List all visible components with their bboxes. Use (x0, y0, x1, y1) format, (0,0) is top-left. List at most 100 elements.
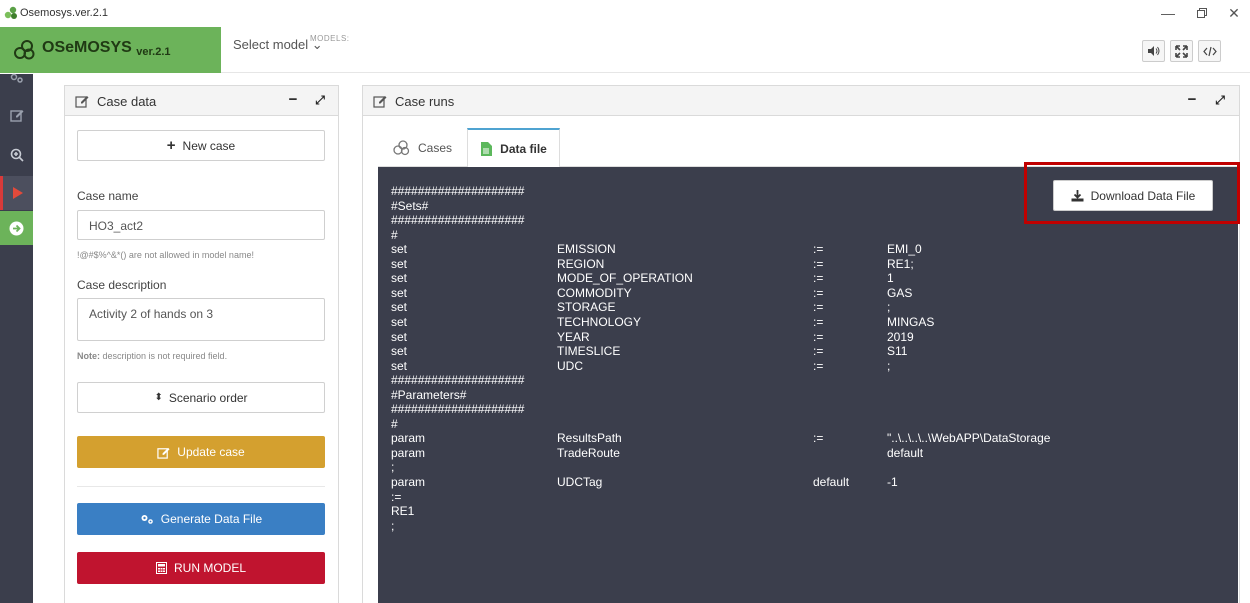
download-data-file-button[interactable]: Download Data File (1053, 180, 1213, 211)
code-button[interactable] (1198, 40, 1221, 62)
data-file-cell: TradeRoute (557, 445, 620, 460)
data-file-cell: RE1 (391, 504, 415, 519)
model-selector[interactable]: MODELS: Select model ⌄ (233, 34, 349, 53)
brand-version: ver.2.1 (136, 46, 171, 58)
models-label: MODELS: (310, 34, 350, 43)
data-file-cell: default (887, 445, 924, 460)
case-description-label: Case description (77, 278, 167, 292)
tab-cases[interactable]: Cases (378, 128, 467, 167)
data-file-line: # (378, 417, 1238, 431)
case-runs-title: Case runs (395, 94, 455, 109)
data-file-cell: TECHNOLOGY (557, 314, 642, 329)
data-file-cell: COMMODITY (557, 285, 632, 300)
data-file-line: ; (378, 519, 1238, 533)
data-file-line: #################### (378, 373, 1238, 387)
data-file-cell: set (391, 314, 408, 329)
data-file-cell: set (391, 344, 408, 359)
data-file-cell: ResultsPath (557, 431, 622, 446)
tab-cases-label: Cases (417, 140, 452, 155)
data-file-cell: RE1; (887, 256, 914, 271)
data-file-cell: ; (391, 518, 395, 533)
brand[interactable]: OSeMOSYS ver.2.1 (0, 27, 221, 73)
data-file-cell: "..\..\..\..\WebAPP\DataStorage (887, 431, 1051, 446)
cogs-icon (10, 73, 23, 83)
data-file-cell: set (391, 256, 408, 271)
data-file-cell: := (391, 489, 402, 504)
data-file-cell: S11 (887, 344, 908, 359)
data-file-cell: MODE_OF_OPERATION (557, 271, 693, 286)
download-label: Download Data File (1090, 188, 1196, 203)
data-file-line: := (378, 490, 1238, 504)
sidebar-item-run[interactable] (0, 176, 33, 210)
scenario-order-button[interactable]: ⬍ Scenario order (77, 382, 325, 413)
data-file-cell: := (813, 329, 824, 344)
minimize-panel-icon[interactable]: − (284, 91, 302, 109)
data-file-cell: ; (887, 300, 891, 315)
data-file-cell: set (391, 358, 408, 373)
data-file-line: RE1 (378, 504, 1238, 518)
data-file-cell: param (391, 431, 426, 446)
new-case-label: New case (182, 138, 236, 153)
sound-button[interactable] (1142, 40, 1165, 62)
title-bar: Osemosys.ver.2.1 — ✕ (0, 0, 1250, 27)
data-file-line: set REGION:= RE1; (378, 257, 1238, 271)
note-text: description is not required field. (100, 351, 228, 361)
brand-title: OSeMOSYS (42, 39, 132, 56)
data-file-line: #Parameters# (378, 388, 1238, 402)
data-file-line: set TIMESLICE:= S11 (378, 344, 1238, 358)
run-model-label: RUN MODEL (173, 561, 246, 575)
expand-panel-icon[interactable]: ⤢ (311, 91, 329, 109)
data-file-line: set EMISSION:= EMI_0 (378, 242, 1238, 256)
tab-data-file[interactable]: Data file (467, 128, 560, 167)
case-name-input[interactable]: HO3_act2 (77, 210, 325, 240)
expand-panel-icon[interactable]: ⤢ (1211, 91, 1229, 109)
data-file-line: param ResultsPath:= "..\..\..\..\WebAPP\Da… (378, 431, 1238, 445)
data-file-cell: #################### (391, 213, 525, 228)
sidebar-item-search[interactable] (0, 138, 33, 172)
edit-icon (373, 96, 387, 108)
divider (77, 486, 325, 487)
case-data-header: Case data − ⤢ (65, 86, 338, 116)
update-case-button[interactable]: Update case (77, 436, 325, 468)
description-note: Note: description is not required field. (77, 351, 227, 361)
zoom-in-icon (10, 148, 24, 162)
data-file-cell: #################### (391, 184, 525, 198)
edit-icon (9, 110, 23, 122)
data-file-content: #################### #Sets# ##############… (378, 167, 1238, 603)
data-file-cell: MINGAS (887, 314, 935, 329)
data-file-cell: GAS (887, 285, 913, 300)
data-file-line: # (378, 228, 1238, 242)
close-icon[interactable]: ✕ (1222, 4, 1246, 22)
fullscreen-button[interactable] (1170, 40, 1193, 62)
expand-icon (1175, 44, 1188, 58)
download-icon (1071, 189, 1084, 201)
cases-icon (393, 139, 410, 155)
new-case-button[interactable]: + New case (77, 130, 325, 161)
arrow-circle-right-icon (9, 221, 24, 235)
data-file-cell: := (813, 285, 824, 300)
data-file-cell: := (813, 271, 824, 286)
cogs-icon (141, 515, 153, 524)
data-file-line: set YEAR:= 2019 (378, 330, 1238, 344)
tab-data-file-label: Data file (500, 141, 547, 156)
sidebar-item-edit[interactable] (0, 98, 33, 132)
minimize-panel-icon[interactable]: − (1183, 91, 1201, 109)
data-file-cell: := (813, 314, 824, 329)
generate-data-file-label: Generate Data File (160, 512, 263, 526)
run-model-button[interactable]: RUN MODEL (77, 552, 325, 584)
sidebar-item-next[interactable] (0, 211, 33, 245)
case-name-label: Case name (77, 189, 139, 203)
data-file-cell: 2019 (887, 329, 914, 344)
data-file-line: ; (378, 460, 1238, 474)
sidebar-item-config[interactable] (0, 68, 33, 88)
case-runs-header: Case runs − ⤢ (363, 86, 1239, 116)
code-icon (1202, 46, 1217, 56)
data-file-cell: set (391, 300, 408, 315)
minimize-icon[interactable]: — (1156, 4, 1180, 22)
generate-data-file-button[interactable]: Generate Data File (77, 503, 325, 535)
data-file-cell: EMI_0 (887, 242, 922, 257)
data-file-cell: #Sets# (391, 198, 429, 213)
data-file-cell: # (391, 416, 398, 431)
restore-icon[interactable] (1190, 4, 1214, 22)
case-description-input[interactable]: Activity 2 of hands on 3 (77, 298, 325, 341)
